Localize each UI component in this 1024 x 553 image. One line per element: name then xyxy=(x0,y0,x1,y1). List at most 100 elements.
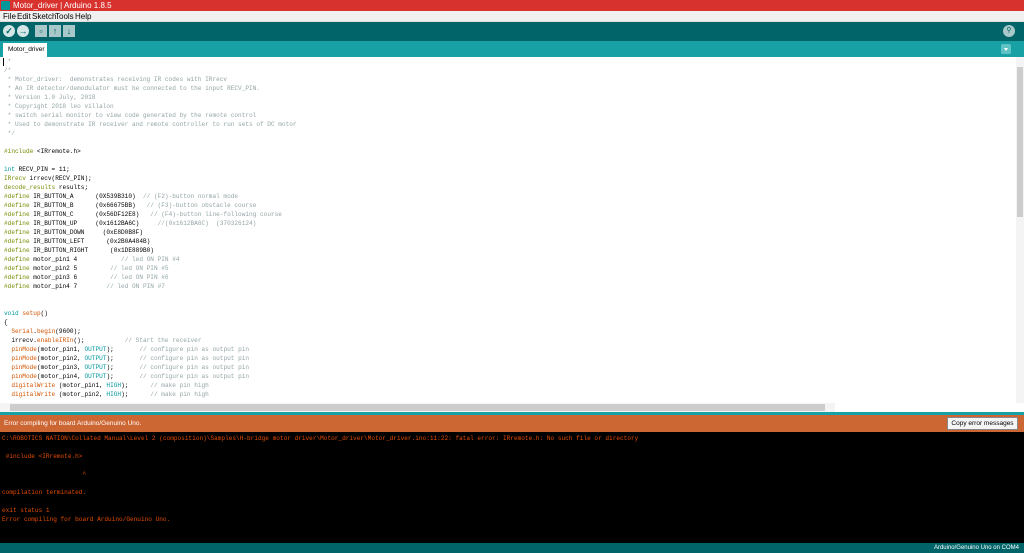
code-token: (9600); xyxy=(55,328,81,335)
code-editor[interactable]: */* * Motor_driver: demonstrates receivi… xyxy=(0,57,1024,403)
check-icon: ✓ xyxy=(5,26,13,36)
code-line: { xyxy=(4,318,297,327)
copy-error-messages-button[interactable]: Copy error messages xyxy=(947,417,1018,430)
board-port-label: Arduino/Genuino Uno on COM4 xyxy=(933,545,1019,551)
code-line: /* xyxy=(4,66,297,75)
menu-file[interactable]: File xyxy=(3,11,16,22)
code-line: pinMode(motor_pin2, OUTPUT); // configur… xyxy=(4,354,297,363)
code-token: (motor_pin1, xyxy=(36,346,85,353)
code-token: ); xyxy=(121,382,151,389)
code-line: * xyxy=(4,57,297,66)
code-token: RECV_PIN = 11; xyxy=(14,166,70,173)
code-token: int xyxy=(4,166,15,173)
code-token: (motor_pin4, xyxy=(36,373,85,380)
horizontal-scroll-thumb[interactable] xyxy=(10,404,825,411)
code-token: irrecv. xyxy=(4,337,37,344)
open-sketch-button[interactable]: ↑ xyxy=(49,25,61,37)
code-token: (motor_pin3, xyxy=(36,364,85,371)
code-token: OUTPUT xyxy=(84,364,107,371)
code-line: */ xyxy=(4,129,297,138)
toolbar: ✓ → ▫ ↑ ↓ ⚲ xyxy=(0,22,1024,41)
menu-sketch[interactable]: Sketch xyxy=(32,11,56,22)
console-text: C:\ROBOTICS NATION\Collated Manual\Level… xyxy=(2,434,638,524)
code-token: #define xyxy=(4,238,30,245)
new-sketch-button[interactable]: ▫ xyxy=(35,25,47,37)
verify-button[interactable]: ✓ xyxy=(3,25,15,37)
code-line: pinMode(motor_pin3, OUTPUT); // configur… xyxy=(4,363,297,372)
code-line: #define IR_BUTTON_UP (0x1612BA6C) //(0x1… xyxy=(4,219,297,228)
code-token: // configure pin as output pin xyxy=(139,373,250,380)
code-token: HIGH xyxy=(106,382,122,389)
code-line: * An IR detector/demodulator must be con… xyxy=(4,84,297,93)
code-token: IR_BUTTON_RIGHT (0x1DE889B0) xyxy=(29,247,154,254)
menu-help[interactable]: Help xyxy=(75,11,91,22)
code-line: pinMode(motor_pin1, OUTPUT); // configur… xyxy=(4,345,297,354)
serial-monitor-button[interactable]: ⚲ xyxy=(1003,25,1015,37)
editor-vertical-scrollbar[interactable] xyxy=(1016,57,1024,403)
code-token: motor_pin2 5 xyxy=(29,265,111,272)
console-line: C:\ROBOTICS NATION\Collated Manual\Level… xyxy=(2,435,639,442)
code-line: #define IR_BUTTON_B (0x66675BB) // (F3)-… xyxy=(4,201,297,210)
upload-button[interactable]: → xyxy=(17,25,29,37)
code-line: #define motor_pin4 7 // led ON PIN #7 xyxy=(4,282,297,291)
code-line: digitalWrite (motor_pin2, HIGH); // make… xyxy=(4,390,297,399)
code-token: <IRremote.h> xyxy=(33,148,81,155)
code-token: #define xyxy=(4,247,30,254)
console-line: #include <IRremote.h> xyxy=(2,453,83,460)
code-token: HIGH xyxy=(106,391,122,398)
arduino-logo-icon xyxy=(1,1,10,10)
code-token: #define xyxy=(4,283,30,290)
code-line: #define IR_BUTTON_C (0x56DF12E8) // (F4)… xyxy=(4,210,297,219)
code-token: pinMode xyxy=(11,364,37,371)
code-line: #define IR_BUTTON_LEFT (0x2B0A484B) xyxy=(4,237,297,246)
code-line: digitalWrite (motor_pin1, HIGH); // make… xyxy=(4,381,297,390)
code-token: pinMode xyxy=(11,373,37,380)
code-token: // (F3)-button obstacle course xyxy=(142,202,257,209)
tab-menu-button[interactable] xyxy=(1001,44,1011,54)
code-token: * An IR detector/demodulator must be con… xyxy=(4,85,260,92)
code-line: int RECV_PIN = 11; xyxy=(4,165,297,174)
code-token: setup xyxy=(22,310,41,317)
arrow-down-icon: ↓ xyxy=(66,26,72,36)
code-line: * Motor_driver: demonstrates receiving I… xyxy=(4,75,297,84)
code-token: * xyxy=(4,58,12,65)
code-token: /* xyxy=(4,67,12,74)
editor-horizontal-scrollbar[interactable] xyxy=(0,403,835,412)
code-token: #define xyxy=(4,229,30,236)
save-sketch-button[interactable]: ↓ xyxy=(63,25,75,37)
code-token: motor_pin4 7 xyxy=(29,283,107,290)
magnifier-icon: ⚲ xyxy=(1006,27,1012,34)
code-token: // (F4)-button line-following course xyxy=(146,211,282,218)
code-token: results; xyxy=(55,184,89,191)
code-token: (); xyxy=(73,337,125,344)
code-token: motor_pin3 6 xyxy=(29,274,111,281)
menu-tools[interactable]: Tools xyxy=(55,11,74,22)
arrow-up-icon: ↑ xyxy=(52,26,58,36)
menu-edit[interactable]: Edit xyxy=(17,11,31,22)
code-token: IRrecv xyxy=(4,175,26,182)
new-file-icon: ▫ xyxy=(39,26,43,36)
code-token: // Start the receiver xyxy=(124,337,202,344)
console-output[interactable]: C:\ROBOTICS NATION\Collated Manual\Level… xyxy=(0,432,1024,543)
code-token: begin xyxy=(36,328,56,335)
console-line: ^ xyxy=(2,471,87,478)
console-line: compilation terminated. xyxy=(2,489,87,496)
code-token: #define xyxy=(4,274,30,281)
code-line: * Copyright 2018 leo villalon xyxy=(4,102,297,111)
code-token: OUTPUT xyxy=(84,346,107,353)
console-line: exit status 1 xyxy=(2,507,50,514)
vertical-scroll-thumb[interactable] xyxy=(1017,67,1023,217)
code-token: IR_BUTTON_LEFT (0x2B0A484B) xyxy=(29,238,151,245)
code-token: OUTPUT xyxy=(84,373,107,380)
code-token: * Motor_driver: demonstrates receiving I… xyxy=(4,76,228,83)
code-token: // configure pin as output pin xyxy=(139,355,250,362)
tab-motor-driver[interactable]: Motor_driver xyxy=(3,43,47,57)
status-bar: Error compiling for board Arduino/Genuin… xyxy=(0,415,1024,432)
code-token: pinMode xyxy=(11,355,37,362)
code-line: #define motor_pin2 5 // led ON PIN #5 xyxy=(4,264,297,273)
code-line: #include <IRremote.h> xyxy=(4,147,297,156)
code-token: digitalWrite xyxy=(11,391,56,398)
